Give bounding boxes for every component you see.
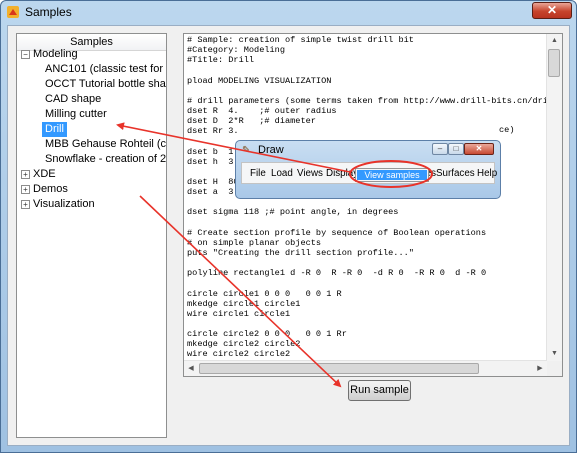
menu-surfaces[interactable]: Surfaces: [436, 168, 475, 179]
tree-item-label: Demos: [33, 183, 68, 195]
expand-icon[interactable]: +: [21, 170, 30, 179]
code-line: # Sample: creation of simple twist drill…: [187, 35, 414, 45]
tree-item[interactable]: XDE: [33, 167, 56, 182]
code-line: dset R 4. ;# outer radius: [187, 105, 337, 116]
draw-close-button[interactable]: ✕: [464, 143, 494, 155]
scroll-left-icon[interactable]: ◀: [184, 361, 198, 376]
code-line: circle circle2 0 0 0 0 0 1 Rr: [187, 329, 347, 340]
tree-item-label: MBB Gehause Rohteil (classic t: [45, 138, 167, 150]
menu-help[interactable]: Help: [477, 168, 497, 179]
scroll-corner: [547, 361, 562, 376]
tree-item[interactable]: Drill: [42, 122, 67, 137]
code-line: polyline rectangle1 d -R 0 R -R 0 -d R 0…: [187, 268, 487, 279]
code-editor[interactable]: # Sample: creation of simple twist drill…: [183, 33, 563, 377]
tree-item-label: ANC101 (classic test for CAD r: [45, 63, 166, 75]
tree-item[interactable]: Demos: [33, 182, 68, 197]
code-text[interactable]: # Sample: creation of simple twist drill…: [187, 35, 563, 376]
menu-display[interactable]: Display: [326, 168, 358, 179]
tree-item[interactable]: OCCT Tutorial bottle shape: [45, 77, 167, 92]
tree-item[interactable]: CAD shape: [45, 92, 101, 107]
scroll-up-icon[interactable]: ▲: [547, 34, 562, 48]
code-line: puts "Creating the drill section profile…: [187, 247, 414, 258]
draw-minimize-button[interactable]: –: [432, 143, 448, 155]
code-line: # Create section profile by sequence of …: [187, 227, 487, 238]
collapse-icon[interactable]: −: [21, 50, 30, 59]
menu-load[interactable]: Load: [271, 168, 293, 179]
expand-icon[interactable]: +: [21, 200, 30, 209]
tree-item[interactable]: Visualization: [33, 197, 95, 212]
tree-item[interactable]: ANC101 (classic test for CAD r: [45, 62, 166, 77]
code-line: # on simple planar objects: [187, 237, 322, 248]
code-line: # drill parameters (some terms taken fro…: [187, 95, 563, 106]
code-line: pload MODELING VISUALIZATION: [187, 75, 332, 86]
tree-item-label: XDE: [33, 168, 56, 180]
menu-file[interactable]: File: [250, 168, 266, 179]
code-line: #Title: Drill: [187, 55, 255, 66]
samples-window: Samples ✕ Samples Modeling − ANC101 (class…: [0, 0, 577, 453]
code-line: dset Rr 3.: [187, 126, 239, 137]
tree-item[interactable]: Snowflake - creation of 2d dra: [45, 152, 167, 167]
run-sample-button[interactable]: Run sample: [348, 380, 411, 401]
code-fragment: ce): [499, 125, 515, 135]
code-line: dset sigma 118 ;# point angle, in degree…: [187, 207, 399, 218]
code-line: dset D 2*R ;# diameter: [187, 116, 316, 127]
scroll-down-icon[interactable]: ▼: [547, 347, 562, 361]
code-line: #Category: Modeling: [187, 45, 285, 56]
code-line: mkedge circle2 circle2: [187, 339, 301, 350]
tree-item-label: Visualization: [33, 198, 95, 210]
tree-item-label: Drill: [45, 123, 64, 135]
tree-item[interactable]: MBB Gehause Rohteil (classic t: [45, 137, 167, 152]
close-button[interactable]: ✕: [532, 2, 572, 19]
draw-window-title: Draw: [258, 144, 284, 156]
horizontal-scroll-thumb[interactable]: [199, 363, 479, 374]
tree-item-label: Snowflake - creation of 2d dra: [45, 153, 167, 165]
window-title: Samples: [25, 5, 72, 19]
tree-item-label: Milling cutter: [45, 108, 107, 120]
app-icon: [7, 6, 19, 18]
tree-item-label: Modeling: [33, 48, 78, 60]
horizontal-scrollbar[interactable]: ◀ ▶: [184, 360, 547, 376]
code-line: circle circle1 0 0 0 0 0 1 R: [187, 288, 342, 299]
code-line: wire circle1 circle1: [187, 308, 291, 319]
draw-maximize-button[interactable]: □: [448, 143, 464, 155]
menu-views[interactable]: Views: [297, 168, 323, 179]
vertical-scrollbar[interactable]: ▲ ▼: [546, 34, 562, 361]
view-samples-menu-item[interactable]: View samples: [357, 170, 427, 180]
tree-item[interactable]: Milling cutter: [45, 107, 107, 122]
samples-menu-dropdown: View samples: [355, 168, 429, 182]
expand-icon[interactable]: +: [21, 185, 30, 194]
draw-pencil-icon: ✎: [242, 145, 251, 156]
tree-item-label: OCCT Tutorial bottle shape: [45, 78, 167, 90]
tree-item[interactable]: Modeling: [33, 47, 78, 62]
samples-tree[interactable]: Samples Modeling − ANC101 (classic test fo…: [16, 33, 167, 438]
vertical-scroll-thumb[interactable]: [548, 49, 560, 77]
tree-item-label: CAD shape: [45, 93, 102, 105]
client-area: Samples Modeling − ANC101 (classic test fo…: [7, 25, 570, 446]
code-line: wire circle2 circle2: [187, 349, 291, 360]
code-line: mkedge circle1 circle1: [187, 298, 301, 309]
scroll-right-icon[interactable]: ▶: [533, 361, 547, 376]
title-bar[interactable]: Samples ✕: [1, 1, 576, 23]
